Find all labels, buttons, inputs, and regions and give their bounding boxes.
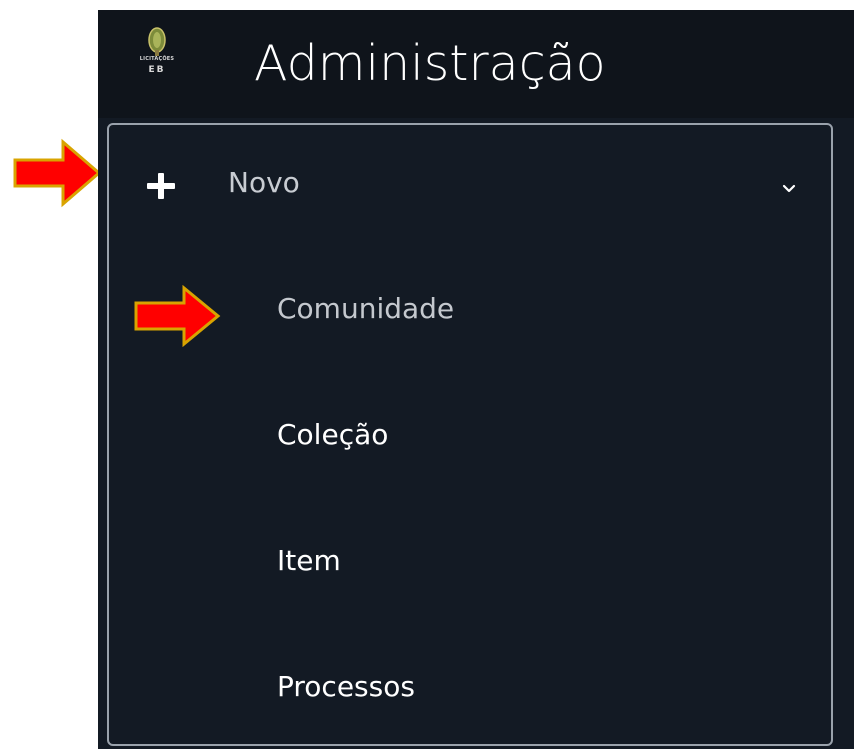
sidebar-header: LICITAÇÕES EB Administração [98,10,854,118]
chevron-down-icon [782,184,796,193]
plus-icon [147,173,175,199]
new-menu-dropdown: Novo Comunidade Coleção Item Processos [107,123,833,746]
annotation-arrow-comunidade-icon [134,285,221,347]
menu-item-item[interactable]: Item [277,543,341,579]
annotation-arrow-novo-icon [13,138,102,208]
screenshot-canvas: LICITAÇÕES EB Administração Novo Comunid… [0,0,854,749]
menu-item-colecao[interactable]: Coleção [277,417,388,453]
logo-line1: LICITAÇÕES [139,56,175,62]
logo-line2: EB [148,65,166,75]
logo-icon: LICITAÇÕES EB [132,26,182,96]
menu-label-novo: Novo [228,166,300,199]
menu-item-processos[interactable]: Processos [277,669,415,705]
menu-item-comunidade[interactable]: Comunidade [277,291,454,327]
page-title: Administração [254,35,606,92]
admin-sidebar: LICITAÇÕES EB Administração Novo Comunid… [98,10,854,749]
menu-toggle-novo[interactable]: Novo [109,125,831,241]
